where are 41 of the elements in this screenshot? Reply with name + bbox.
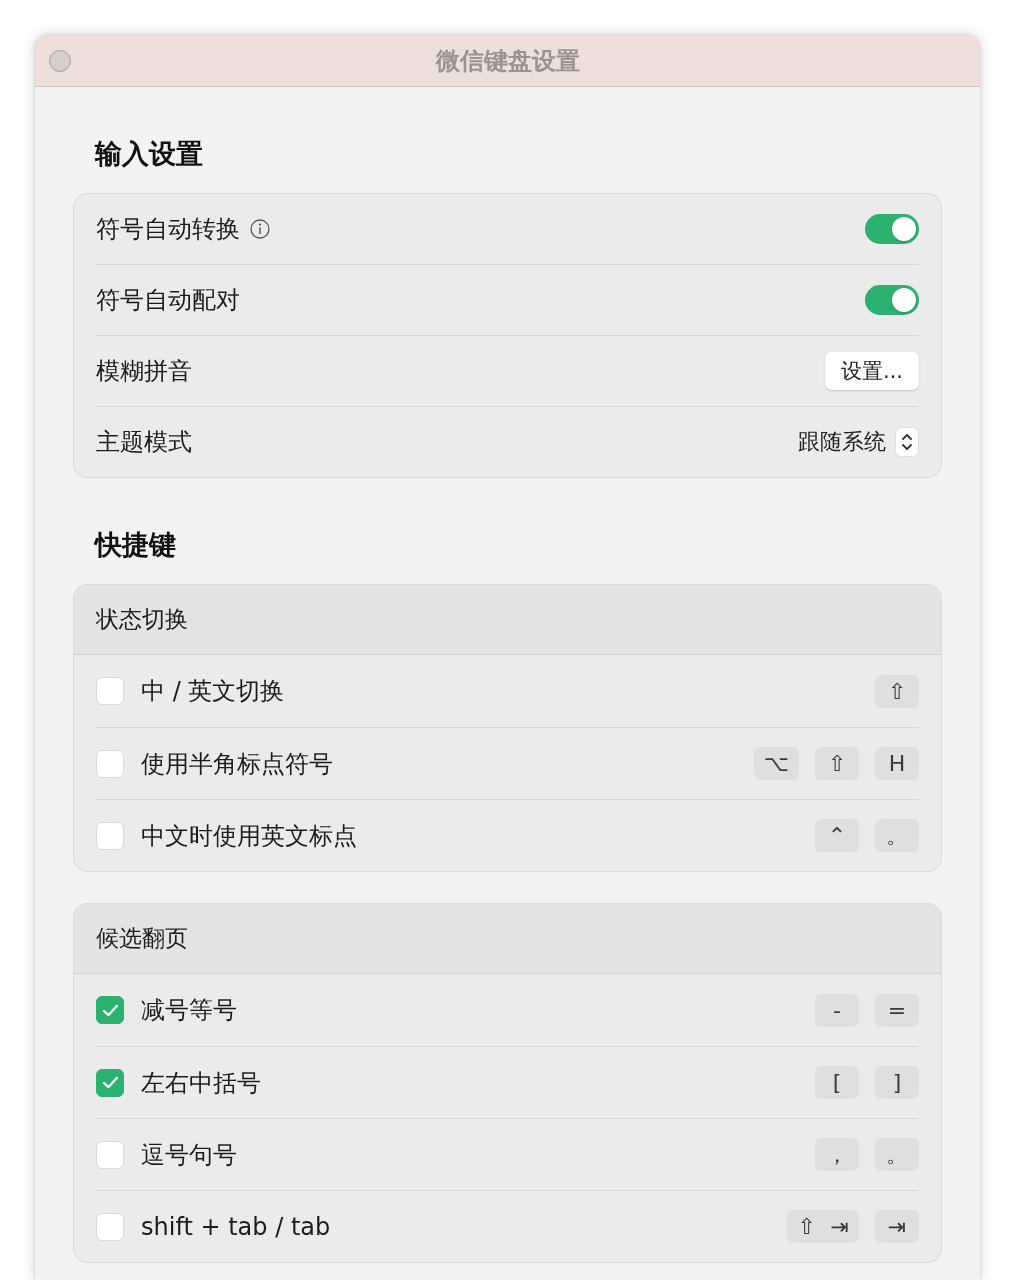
shortcut-label: 使用半角标点符号: [141, 748, 333, 780]
shortcut-label: 减号等号: [141, 995, 237, 1026]
stepper-icon: [895, 427, 919, 457]
shortcut-label: 左右中括号: [141, 1067, 261, 1099]
shortcut-key: 。: [875, 819, 919, 852]
shortcut-key: ⇥: [875, 1210, 919, 1243]
shortcut-key: ⇧: [815, 747, 859, 780]
shortcut-key: H: [875, 747, 919, 780]
shortcut-key: ⌃: [815, 819, 859, 852]
section-heading: 快捷键: [93, 528, 177, 562]
section-heading: 输入设置: [93, 137, 204, 171]
setting-label: 主题模式: [96, 427, 192, 458]
checkbox[interactable]: [96, 996, 124, 1024]
shortcut-key: =: [875, 993, 919, 1027]
checkmark-icon: [101, 1076, 119, 1089]
toggle-switch[interactable]: [865, 285, 919, 315]
close-button[interactable]: [49, 49, 71, 72]
setting-label: 模糊拼音: [96, 356, 192, 387]
shortcut-key: [: [815, 1066, 859, 1099]
info-icon[interactable]: [250, 219, 270, 239]
theme-dropdown[interactable]: 跟随系统: [798, 427, 919, 457]
shortcut-key: -: [815, 993, 859, 1027]
shortcut-key: ]: [875, 1066, 919, 1099]
shortcut-label: 逗号句号: [141, 1139, 237, 1171]
checkbox[interactable]: [96, 1068, 124, 1097]
group-title: 候选翻页: [96, 924, 188, 953]
shortcut-key: ，: [815, 1138, 859, 1171]
checkmark-icon: [101, 1003, 119, 1017]
toggle-switch[interactable]: [865, 214, 919, 244]
shortcut-key: ⇧ ⇥: [787, 1210, 859, 1243]
setting-label: 符号自动配对: [96, 285, 240, 316]
shortcut-key: ⇧: [875, 674, 919, 708]
shortcut-label: 中文时使用英文标点: [141, 820, 357, 852]
setup-button[interactable]: 设置...: [824, 352, 919, 390]
shortcut-key: ⌥: [753, 747, 799, 780]
shortcut-label: 中 / 英文切换: [141, 676, 285, 707]
group-title: 状态切换: [96, 605, 188, 634]
shortcut-key: 。: [875, 1138, 919, 1171]
window-title: 微信键盘设置: [435, 45, 580, 77]
setting-label: 符号自动转换: [96, 214, 240, 245]
shortcut-label: shift + tab / tab: [141, 1212, 331, 1241]
